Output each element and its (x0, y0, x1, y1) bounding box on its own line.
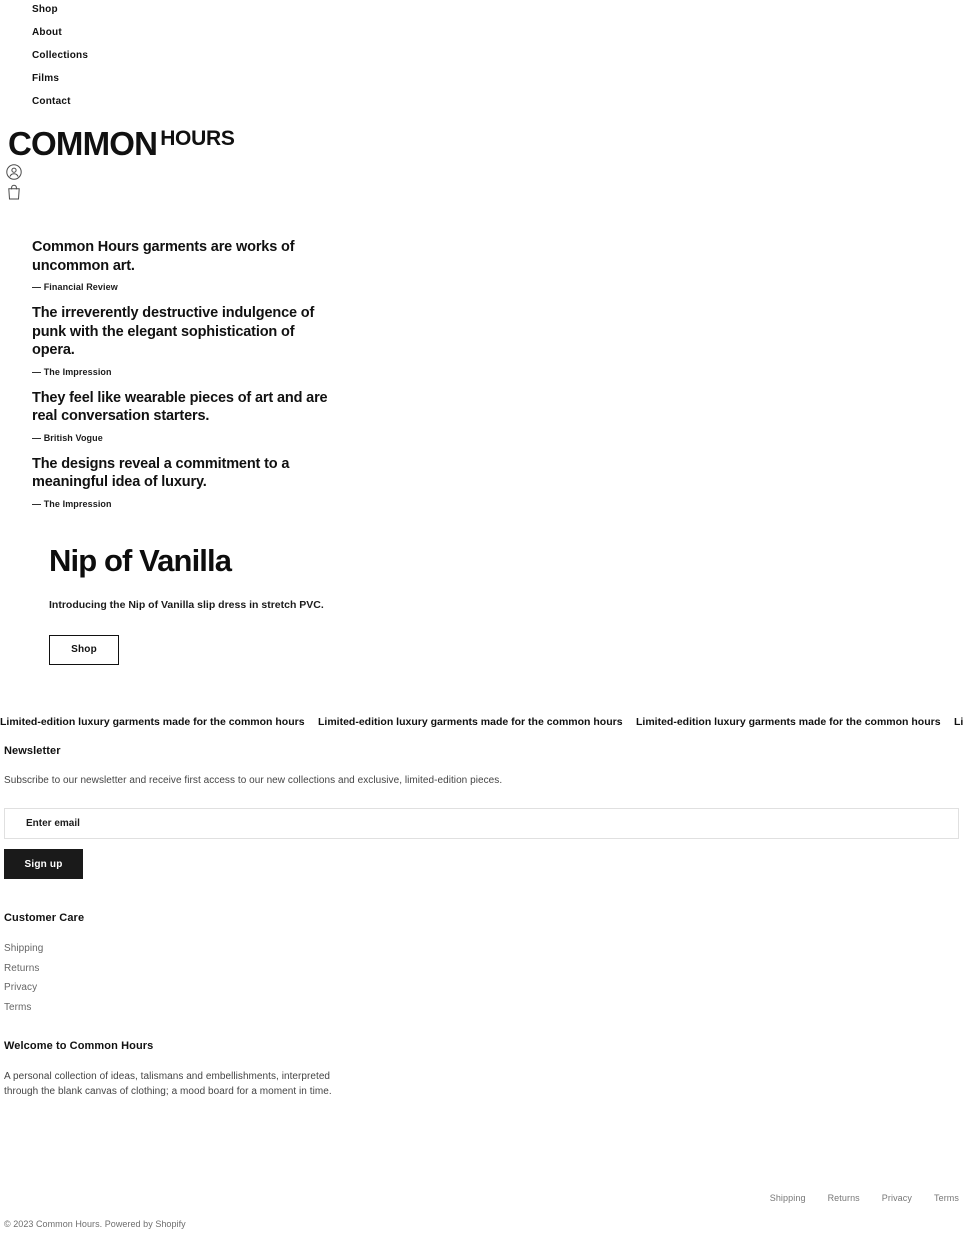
nav-item-shop[interactable]: Shop (0, 4, 963, 16)
marquee-item: Limited-edition luxury garments made for… (318, 716, 623, 728)
welcome-section: Welcome to Common Hours A personal colle… (0, 1040, 963, 1099)
care-link-privacy[interactable]: Privacy (4, 982, 959, 993)
hero-title: Nip of Vanilla (49, 543, 232, 578)
customer-care-list: Shipping Returns Privacy Terms (4, 943, 959, 1013)
quote-block: The irreverently destructive indulgence … (32, 304, 963, 377)
quote-block: The designs reveal a commitment to a mea… (32, 455, 963, 509)
quote-text: The irreverently destructive indulgence … (32, 305, 315, 358)
quote-block: They feel like wearable pieces of art an… (32, 389, 963, 443)
shopify-link[interactable]: Shopify (155, 1219, 185, 1229)
quote-attribution: — British Vogue (32, 432, 103, 443)
copyright-text: © 2023 Common Hours. Powered by (4, 1219, 156, 1229)
quote-attribution: — Financial Review (32, 282, 118, 292)
welcome-title: Welcome to Common Hours (4, 1040, 154, 1052)
quote-block: Common Hours garments are works of uncom… (32, 238, 963, 292)
legal-link-shipping[interactable]: Shipping (770, 1193, 806, 1203)
legal-link-privacy[interactable]: Privacy (882, 1193, 912, 1203)
newsletter-description: Subscribe to our newsletter and receive … (4, 775, 503, 786)
quote-text: Common Hours garments are works of uncom… (32, 239, 295, 274)
account-icon[interactable] (4, 162, 24, 182)
care-link-returns[interactable]: Returns (4, 963, 959, 974)
nav-item-films[interactable]: Films (0, 73, 963, 85)
marquee-banner: Limited-edition luxury garments made for… (0, 712, 963, 730)
main-navigation: Shop About Collections Films Contact (0, 0, 963, 108)
care-link-shipping[interactable]: Shipping (4, 943, 959, 954)
quote-attribution: — The Impression (32, 498, 112, 509)
hero-subtitle: Introducing the Nip of Vanilla slip dres… (49, 599, 324, 611)
legal-link-returns[interactable]: Returns (828, 1193, 860, 1203)
logo-secondary-text: HOURS (160, 127, 235, 150)
site-header: Shop About Collections Films Contact COM… (0, 0, 963, 202)
footer-legal-links: Shipping Returns Privacy Terms (770, 1193, 959, 1203)
shopping-bag-icon[interactable] (4, 182, 24, 202)
care-link-terms[interactable]: Terms (4, 1002, 959, 1013)
welcome-body: A personal collection of ideas, talisman… (4, 1071, 332, 1097)
hero-section: Nip of Vanilla Introducing the Nip of Va… (49, 543, 749, 665)
nav-item-collections[interactable]: Collections (0, 50, 963, 62)
quote-text: They feel like wearable pieces of art an… (32, 389, 328, 425)
marquee-item: Limited-edition luxury garments made for… (636, 716, 941, 728)
site-logo[interactable]: COMMON HOURS (0, 119, 963, 161)
hero-shop-button[interactable]: Shop (49, 635, 119, 665)
press-quotes-section: Common Hours garments are works of uncom… (0, 238, 963, 521)
nav-item-contact[interactable]: Contact (0, 96, 963, 108)
customer-care-title: Customer Care (4, 912, 85, 924)
newsletter-title: Newsletter (4, 745, 61, 757)
logo-primary-text: COMMON (8, 125, 158, 162)
marquee-item: Limited-edition luxury garments made for… (0, 716, 305, 728)
newsletter-signup-button[interactable]: Sign up (4, 849, 83, 879)
nav-item-about[interactable]: About (0, 27, 963, 39)
copyright-notice: © 2023 Common Hours. Powered by Shopify (4, 1219, 186, 1229)
customer-care-section: Customer Care Shipping Returns Privacy T… (0, 912, 963, 1021)
legal-link-terms[interactable]: Terms (934, 1193, 959, 1203)
marquee-item: Limited-edition luxury garments made for… (954, 716, 963, 728)
header-icon-group (0, 161, 963, 202)
quote-text: The designs reveal a commitment to a mea… (32, 455, 290, 491)
quote-attribution: — The Impression (32, 366, 112, 377)
newsletter-section: Newsletter Subscribe to our newsletter a… (0, 745, 963, 879)
nav-list: Shop About Collections Films Contact (0, 0, 963, 108)
newsletter-email-input[interactable] (4, 808, 959, 839)
